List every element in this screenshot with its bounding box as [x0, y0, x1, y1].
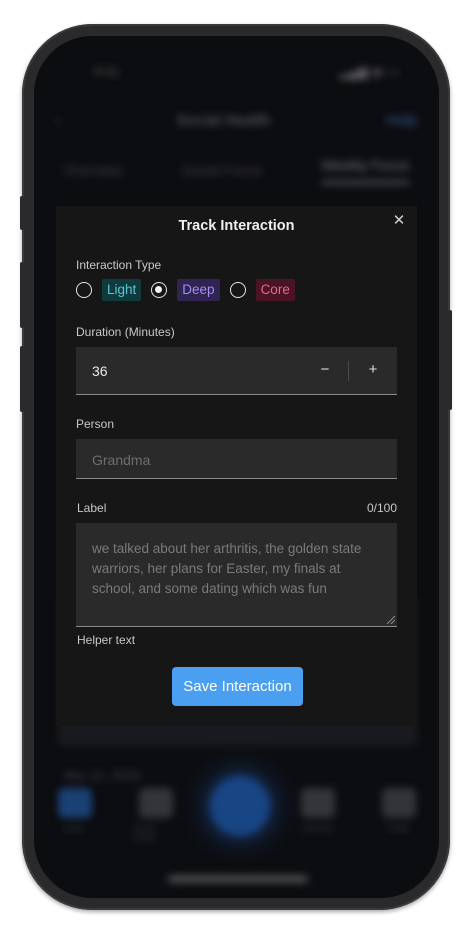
- status-time: 9:41: [94, 64, 120, 79]
- nav-profile[interactable]: Profile: [377, 788, 421, 833]
- home-icon: [57, 788, 92, 818]
- interaction-type-label: Interaction Type: [76, 258, 162, 272]
- home-indicator: [168, 876, 308, 882]
- volume-up-button: [20, 262, 24, 328]
- back-chevron-icon[interactable]: ‹: [56, 112, 61, 129]
- person-field[interactable]: Grandma: [76, 439, 397, 479]
- screen: 9:41 ▂▄▆ ◉ ▭ ‹ Social Health Help Overvi…: [34, 36, 439, 898]
- duration-stepper: 36 − +: [76, 347, 397, 395]
- nav-calendar[interactable]: Calendar: [296, 788, 340, 833]
- interaction-type-group: Light Deep Core: [76, 279, 295, 301]
- tag-light[interactable]: Light: [102, 279, 142, 301]
- label-placeholder: we talked about her arthritis, the golde…: [92, 541, 362, 596]
- track-interaction-modal: ✕ Track Interaction Interaction Type Lig…: [56, 206, 417, 726]
- power-button: [448, 310, 452, 410]
- tag-core[interactable]: Core: [255, 279, 295, 301]
- status-icons: ▂▄▆ ◉ ▭: [338, 64, 399, 79]
- nav-social-guide[interactable]: Social Guide: [134, 788, 178, 842]
- duration-input[interactable]: 36: [92, 363, 108, 379]
- save-interaction-button[interactable]: Save Interaction: [172, 667, 303, 706]
- status-bar: 9:41 ▂▄▆ ◉ ▭: [94, 64, 399, 80]
- calendar-icon: [300, 788, 335, 818]
- tab-bar: Overview Social Focus Weekly Focus: [34, 150, 439, 190]
- person-label: Person: [76, 417, 115, 431]
- decrement-button[interactable]: −: [301, 347, 349, 393]
- person-icon: [381, 788, 416, 818]
- radio-light[interactable]: [76, 282, 92, 298]
- compass-icon: [138, 788, 173, 818]
- tab-social-focus[interactable]: Social Focus: [182, 162, 262, 178]
- tag-deep[interactable]: Deep: [177, 279, 220, 301]
- app-header: ‹ Social Health Help: [34, 106, 439, 134]
- helper-text: Helper text: [77, 633, 136, 647]
- resize-handle-icon[interactable]: [387, 616, 395, 624]
- tab-overview[interactable]: Overview: [64, 162, 122, 178]
- volume-down-button: [20, 346, 24, 412]
- tab-weekly-focus[interactable]: Weekly Focus: [321, 157, 410, 184]
- increment-button[interactable]: +: [349, 347, 397, 393]
- person-placeholder: Grandma: [92, 452, 151, 468]
- mute-switch: [20, 196, 24, 230]
- label-field-label: Label: [77, 501, 107, 515]
- modal-title: Track Interaction: [178, 218, 295, 234]
- radio-deep[interactable]: [151, 282, 168, 298]
- header-title: Social Health: [176, 111, 271, 129]
- label-textarea[interactable]: we talked about her arthritis, the golde…: [76, 523, 397, 627]
- nav-home[interactable]: Home: [53, 788, 97, 833]
- help-link[interactable]: Help: [386, 112, 417, 129]
- radio-core[interactable]: [229, 282, 246, 298]
- duration-label: Duration (Minutes): [76, 325, 175, 339]
- label-counter: 0/100: [366, 501, 397, 515]
